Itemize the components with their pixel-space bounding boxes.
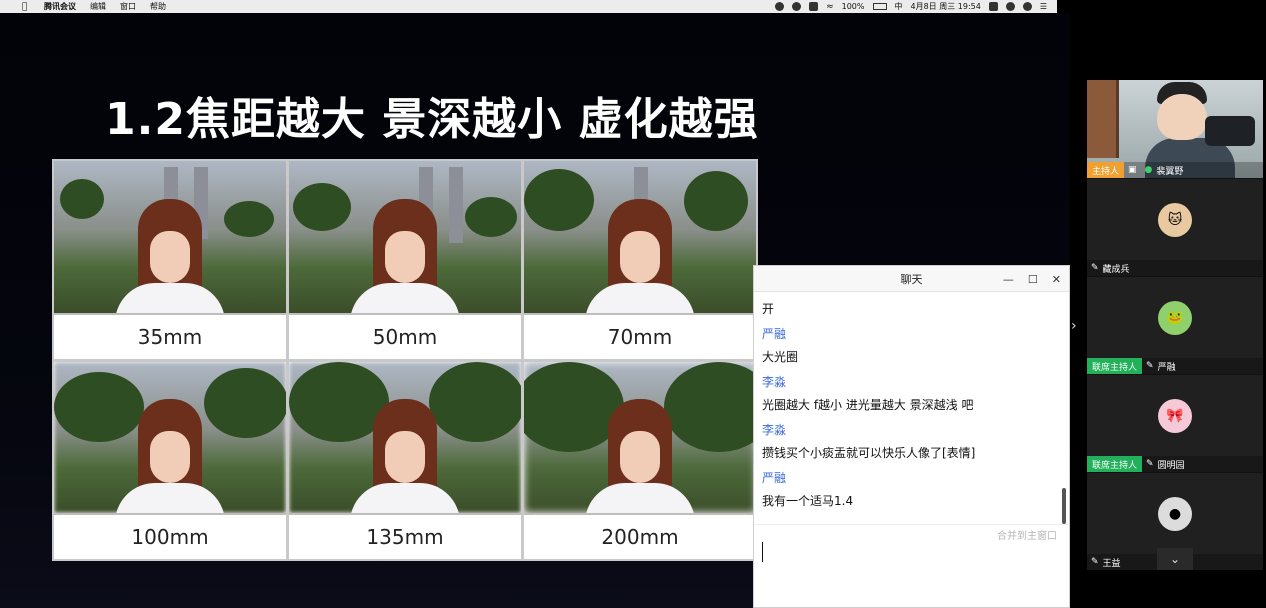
clock[interactable]: 4月8日 周三 19:54 (911, 1, 981, 12)
chat-divider (754, 524, 1069, 525)
focal-label: 100mm (54, 513, 286, 559)
text-caret (762, 542, 763, 562)
participant-name: 裴翼野 (1156, 166, 1184, 177)
microphone-muted-icon: ✎ (1091, 263, 1099, 273)
menu-window[interactable]: 窗口 (120, 1, 136, 12)
participant-tile[interactable]: 🐱 ✎ 藏成兵 (1087, 178, 1263, 276)
chat-title: 聊天 (900, 272, 923, 286)
screen-share-icon: ▣ (1128, 165, 1137, 175)
photo-cell: 135mm (289, 361, 521, 559)
participant-list: 主持人 ▣ ● 裴翼野 🐱 ✎ 藏成兵 🐸 联席主持人 ✎ 严融 🎀 联席主持人… (1087, 80, 1263, 570)
chat-sender[interactable]: 严融 (762, 469, 1057, 486)
chat-input[interactable] (762, 542, 1062, 572)
participant-name: 严融 (1157, 362, 1176, 373)
chevron-down-icon[interactable]: ⌄ (1157, 548, 1193, 570)
chat-titlebar[interactable]: 聊天 — ☐ ✕ (754, 266, 1069, 292)
portrait-photo (54, 361, 286, 513)
app-menu-name[interactable]: 腾讯会议 (44, 1, 76, 12)
participant-name: 王益 (1102, 558, 1121, 569)
portrait-photo (524, 361, 756, 513)
focal-label: 70mm (524, 312, 756, 359)
participant-nameline: 联席主持人 ✎ 圆明园 (1087, 456, 1263, 472)
siri-icon[interactable] (1022, 2, 1032, 11)
mac-menubar:  腾讯会议 编辑 窗口 帮助 ≈ 100% 中 4月8日 周三 19:54 ☰ (0, 0, 1057, 13)
focal-label: 35mm (54, 312, 286, 359)
chat-message-text: 开 (762, 302, 775, 316)
focal-label: 135mm (289, 513, 521, 559)
battery-icon[interactable] (872, 3, 887, 10)
menu-edit[interactable]: 编辑 (90, 1, 106, 12)
maximize-icon[interactable]: ☐ (1028, 273, 1038, 286)
participant-tile[interactable]: 🎀 联席主持人 ✎ 圆明园 (1087, 374, 1263, 472)
chat-message-text: 光圈越大 f越小 进光量越大 景深越浅 吧 (762, 398, 974, 412)
merge-to-main-button[interactable]: 合并到主窗口 (997, 527, 1057, 542)
focal-length-grid: 35mm 50mm 70mm 100mm 135mm 200mm (52, 159, 758, 561)
participant-nameline: 主持人 ▣ ● 裴翼野 (1087, 162, 1263, 178)
menu-help[interactable]: 帮助 (150, 1, 166, 12)
chat-sender[interactable]: 严融 (762, 325, 1057, 342)
control-center-icon[interactable]: ☰ (1040, 2, 1047, 11)
wifi-icon[interactable]: ≈ (826, 2, 834, 12)
cohost-badge: 联席主持人 (1087, 456, 1143, 472)
chat-window: 聊天 — ☐ ✕ 开 严融 大光圈 李淼 光圈越大 f越小 进光量越大 景深越浅… (753, 265, 1070, 608)
input-method-icon[interactable]: 中 (895, 1, 903, 12)
battery-percent: 100% (841, 2, 865, 11)
screen-mirror-icon[interactable] (988, 2, 998, 11)
default-avatar: ● (1158, 497, 1192, 531)
minimize-icon[interactable]: — (1003, 273, 1014, 286)
meeting-status-icon[interactable] (775, 2, 785, 11)
close-icon[interactable]: ✕ (1052, 273, 1061, 286)
chat-message-text: 攒钱买个小痰盂就可以快乐人像了[表情] (762, 446, 976, 460)
microphone-muted-icon: ✎ (1146, 459, 1154, 469)
photo-cell: 70mm (524, 161, 756, 359)
tray-app-icon[interactable] (809, 2, 819, 11)
portrait-photo (289, 161, 521, 313)
slide-title: 1.2焦距越大 景深越小 虚化越强 (105, 94, 759, 145)
portrait-photo (289, 361, 521, 513)
window-controls: — ☐ ✕ (1003, 266, 1061, 292)
participant-tile[interactable]: 主持人 ▣ ● 裴翼野 (1087, 80, 1263, 178)
search-icon[interactable] (1005, 2, 1015, 11)
chat-scrollbar[interactable] (1062, 488, 1066, 524)
participant-nameline: ✎ 藏成兵 (1087, 260, 1263, 276)
chat-messages[interactable]: 开 严融 大光圈 李淼 光圈越大 f越小 进光量越大 景深越浅 吧 李淼 攒钱买… (754, 292, 1065, 522)
microphone-icon: ● (1144, 165, 1153, 175)
photo-cell: 35mm (54, 161, 286, 359)
status-area: ≈ 100% 中 4月8日 周三 19:54 ☰ (775, 1, 1057, 12)
photo-cell: 200mm (524, 361, 756, 559)
cohost-badge: 联席主持人 (1087, 358, 1143, 374)
microphone-muted-icon: ✎ (1091, 557, 1099, 567)
photo-cell: 50mm (289, 161, 521, 359)
host-badge: 主持人 (1087, 162, 1125, 178)
chat-sender[interactable]: 李淼 (762, 421, 1057, 438)
portrait-photo (524, 161, 756, 313)
camera-icon (1205, 116, 1255, 146)
doll-avatar: 🎀 (1158, 399, 1192, 433)
participant-nameline: 联席主持人 ✎ 严融 (1087, 358, 1263, 374)
chat-sender[interactable]: 李淼 (762, 373, 1057, 390)
chevron-right-icon[interactable]: › (1071, 318, 1083, 338)
participant-name: 藏成兵 (1102, 264, 1130, 275)
participant-name: 圆明园 (1157, 460, 1185, 471)
microphone-muted-icon: ✎ (1146, 361, 1154, 371)
chat-message-text: 我有一个适马1.4 (762, 494, 854, 508)
focal-label: 50mm (289, 312, 521, 359)
portrait-photo (54, 161, 286, 313)
cat-avatar: 🐱 (1158, 203, 1192, 237)
app-status-icon[interactable] (792, 2, 802, 11)
cartoon-avatar: 🐸 (1158, 301, 1192, 335)
participant-tile[interactable]: 🐸 联席主持人 ✎ 严融 (1087, 276, 1263, 374)
chat-message-text: 大光圈 (762, 350, 799, 364)
photo-cell: 100mm (54, 361, 286, 559)
apple-logo-icon[interactable]:  (22, 2, 36, 12)
focal-label: 200mm (524, 513, 756, 559)
